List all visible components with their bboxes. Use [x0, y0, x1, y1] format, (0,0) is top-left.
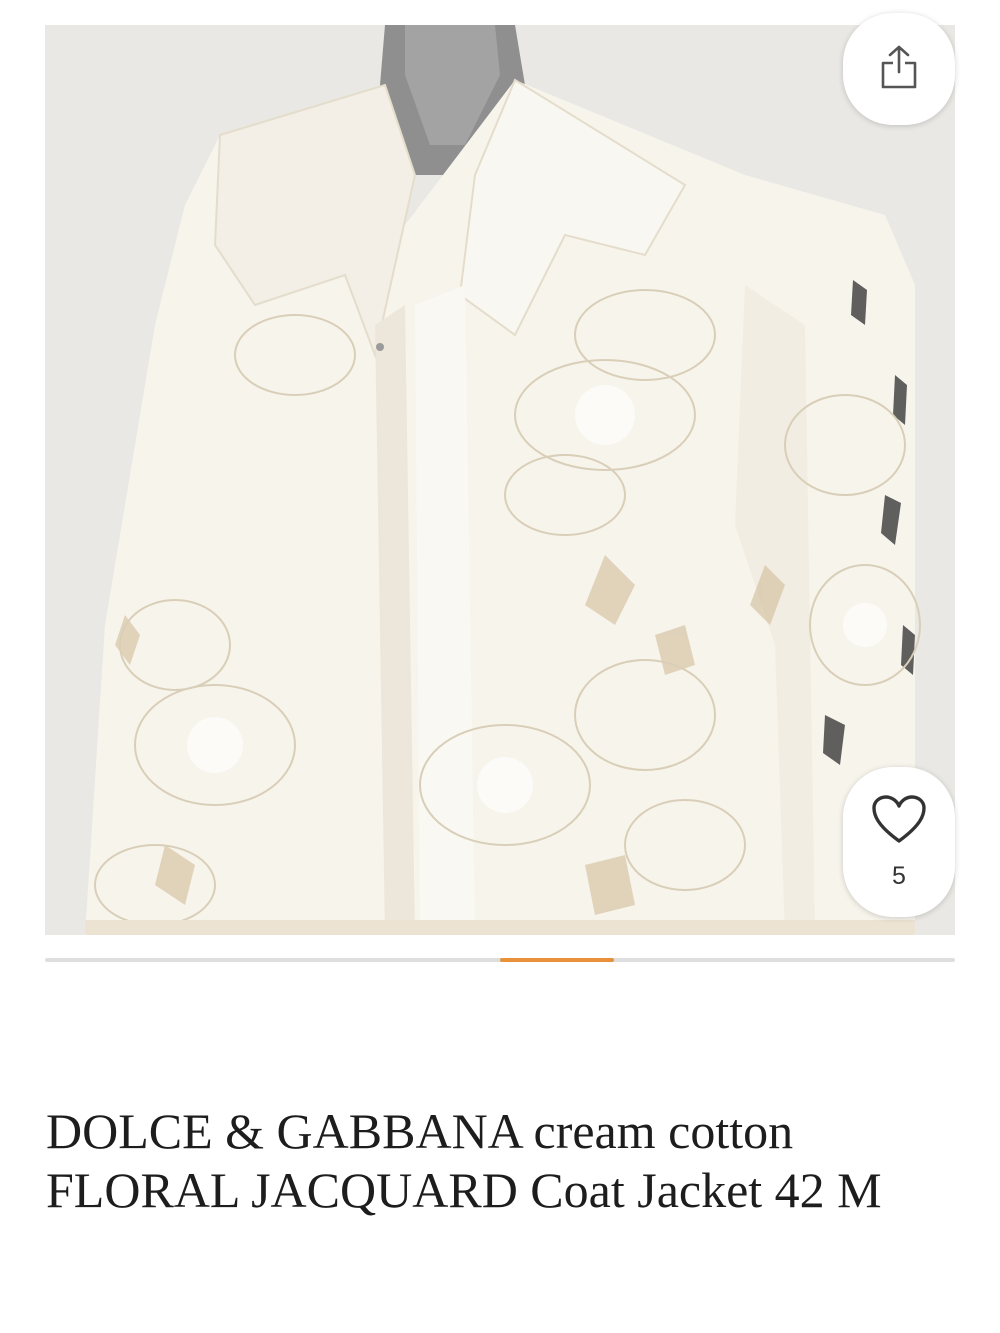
share-button[interactable]	[843, 13, 955, 125]
listing-title: DOLCE & GABBANA cream cotton FLORAL JACQ…	[46, 1103, 882, 1218]
gallery-progress-indicator	[500, 958, 614, 962]
like-count: 5	[892, 862, 906, 890]
heart-outline-icon	[871, 795, 927, 850]
gallery-progress-track	[45, 958, 955, 962]
product-photo[interactable]	[45, 25, 955, 935]
like-button[interactable]: 5	[843, 767, 955, 917]
coat-illustration	[45, 25, 955, 935]
share-icon	[880, 44, 918, 95]
